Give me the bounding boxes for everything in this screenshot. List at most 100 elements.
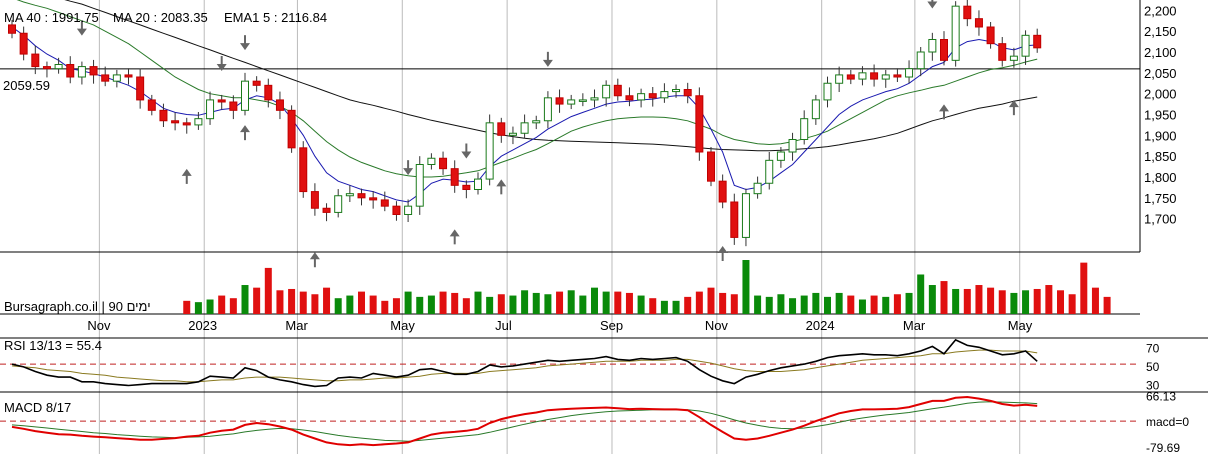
- candle-body: [858, 72, 867, 80]
- volume-bar: [264, 267, 272, 314]
- rsi-tick-label: 50: [1146, 360, 1160, 374]
- candle-body: [893, 74, 902, 78]
- candle-body: [241, 80, 249, 111]
- volume-bar: [509, 295, 517, 314]
- price-tick-label: 1,800: [1144, 170, 1177, 185]
- volume-bar: [369, 295, 377, 314]
- candle-body: [788, 139, 797, 153]
- candle-up: [485, 114, 494, 186]
- volume-bar: [695, 291, 703, 314]
- volume-bar: [754, 295, 762, 314]
- candle-down: [287, 105, 296, 153]
- volume-bar: [847, 295, 855, 314]
- month-tick-label: Nov: [705, 318, 729, 333]
- candle-body: [776, 151, 785, 161]
- month-tick-label: 2023: [188, 318, 217, 333]
- volume-bar: [1103, 296, 1111, 314]
- volume-bar: [439, 291, 447, 314]
- candle-body: [427, 157, 436, 165]
- price-tick-label: 2,050: [1144, 66, 1177, 81]
- volume-bar: [1022, 290, 1030, 314]
- candle-body: [380, 199, 389, 207]
- candle-body: [660, 91, 669, 99]
- candle-body: [555, 97, 564, 105]
- candle-body: [474, 178, 482, 190]
- volume-bar: [579, 295, 587, 314]
- watermark: Bursagraph.co.il | 90 ימים: [4, 299, 151, 314]
- volume-bar: [183, 300, 191, 314]
- month-tick-label: Mar: [903, 318, 926, 333]
- macd-tick-label: -79.69: [1146, 441, 1180, 454]
- price-tick-label: 1,750: [1144, 191, 1177, 206]
- candle-down: [707, 147, 715, 187]
- volume-bar: [905, 292, 913, 314]
- volume-bar: [602, 291, 610, 314]
- volume-bar: [1057, 290, 1064, 314]
- volume-bar: [719, 292, 727, 314]
- candle-body: [881, 74, 890, 80]
- month-tick-label: May: [1008, 318, 1033, 333]
- candle-body: [124, 74, 133, 78]
- volume-bar: [742, 260, 750, 314]
- month-tick-label: Nov: [87, 318, 111, 333]
- month-tick-label: Mar: [285, 318, 308, 333]
- candle-body: [613, 84, 622, 97]
- volume-bar: [824, 296, 831, 314]
- volume-bar: [625, 292, 633, 314]
- candle-body: [287, 109, 296, 149]
- candle-body: [672, 89, 681, 93]
- candle-body: [334, 195, 343, 213]
- candle-body: [823, 82, 832, 101]
- candle-body: [695, 95, 704, 153]
- volume-bar: [497, 294, 505, 314]
- volume-bar: [800, 295, 808, 314]
- candle-body: [567, 99, 576, 105]
- volume-bar: [789, 298, 797, 314]
- ma20-label: MA 20 : 2083.35: [113, 10, 208, 25]
- candle-body: [8, 24, 16, 34]
- candle-body: [392, 205, 401, 216]
- candle-body: [77, 66, 86, 78]
- candle-body: [741, 193, 750, 238]
- candle-body: [625, 95, 634, 101]
- candle-body: [450, 168, 459, 186]
- candle-body: [415, 164, 424, 207]
- volume-bar: [1033, 288, 1041, 314]
- candle-body: [508, 132, 517, 136]
- price-tick-label: 2,000: [1144, 87, 1177, 102]
- candle-body: [928, 39, 937, 53]
- volume-bar: [917, 274, 925, 314]
- stock-chart: MA 40 : 1991.75 MA 20 : 2083.35 EMA1 5 :…: [0, 0, 1208, 454]
- candle-body: [951, 5, 960, 61]
- candle-body: [835, 74, 844, 84]
- volume-bar: [858, 299, 866, 314]
- candle-body: [578, 99, 587, 102]
- candle-body: [171, 120, 180, 124]
- candle-up: [951, 1, 960, 67]
- volume-bar: [672, 300, 680, 314]
- candle-body: [54, 64, 63, 70]
- candle-body: [800, 118, 809, 140]
- volume-bar: [276, 290, 284, 314]
- month-tick-label: Jul: [495, 318, 512, 333]
- volume-bar: [882, 296, 890, 314]
- price-tick-label: 1,850: [1144, 149, 1177, 164]
- volume-bar: [404, 291, 412, 314]
- volume-bar: [928, 285, 936, 314]
- volume-bar: [707, 287, 715, 314]
- candle-up: [741, 188, 750, 247]
- volume-bar: [381, 300, 389, 314]
- macd-tick-label: macd=0: [1146, 415, 1189, 429]
- candle-body: [404, 205, 413, 216]
- volume-bar: [544, 294, 552, 314]
- candle-body: [916, 51, 925, 70]
- candle-body: [462, 184, 471, 190]
- volume-bar: [870, 295, 878, 314]
- price-tick-label: 2,200: [1144, 3, 1177, 18]
- volume-bar: [649, 298, 657, 314]
- volume-bar: [975, 285, 983, 314]
- candle-body: [31, 53, 40, 68]
- candle-body: [1009, 55, 1018, 61]
- chart-background: [0, 0, 1208, 454]
- volume-bar: [346, 295, 354, 314]
